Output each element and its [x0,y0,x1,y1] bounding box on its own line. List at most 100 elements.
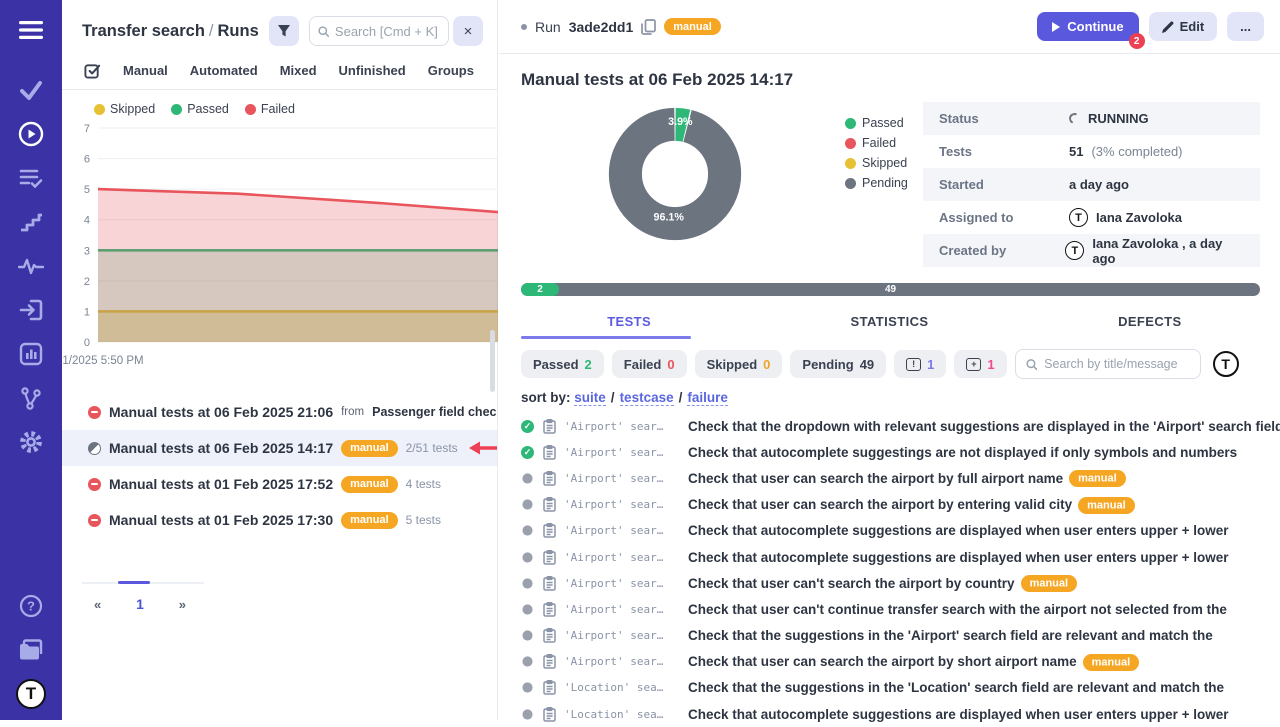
steps-icon[interactable] [0,200,62,244]
filter-chip[interactable]: Skipped 0 [695,350,783,378]
workspace-avatar[interactable]: T [0,672,62,716]
projects-icon[interactable] [0,628,62,672]
info-value-text: a day ago [1069,177,1129,192]
tab-unfinished[interactable]: Unfinished [339,63,406,78]
run-list-item[interactable]: Manual tests at 01 Feb 2025 17:52 manual… [62,466,497,502]
branches-icon[interactable] [0,376,62,420]
tab-manual[interactable]: Manual [123,63,168,78]
info-value-text: Iana Zavoloka , a day ago [1092,236,1244,266]
filter-chip[interactable]: Failed 0 [612,350,687,378]
run-overview: 3.9%96.1% Passed Failed Skipped [499,90,1280,267]
edit-button[interactable]: Edit [1149,12,1218,41]
info-row: Tests 51 (3% completed) [923,135,1260,168]
info-value: RUNNING [1069,111,1149,126]
test-row[interactable]: 'Airport' sear… Check that autocomplete … [499,544,1280,570]
run-status-icon [88,478,101,491]
menu-icon[interactable] [0,8,62,52]
info-row: Assigned to T Iana Zavoloka [923,201,1260,234]
run-progress-bar: 49 2 [521,283,1260,296]
run-list-item[interactable]: Manual tests at 01 Feb 2025 17:30 manual… [62,502,497,538]
svg-text:?: ? [27,599,35,614]
test-row[interactable]: 'Airport' sear… Check that user can sear… [499,465,1280,491]
test-row[interactable]: 'Airport' sear… Check that user can't co… [499,596,1280,622]
breadcrumb-parent[interactable]: Transfer search [82,22,205,40]
chip-label: Failed [624,357,662,372]
sort-label: sort by: [521,390,571,405]
info-value: T Iana Zavoloka , a day ago [1065,236,1244,266]
legend-dot [94,104,105,115]
chip-count: 0 [667,357,674,372]
run-status-icon [88,514,101,527]
test-filter-chips: Passed 2 Failed 0 Skipped 0 Pend [521,349,1260,379]
manual-badge: manual [1021,575,1078,592]
testcase-icon [543,497,556,512]
tests-search[interactable] [1015,349,1201,379]
run-list-item[interactable]: Manual tests at 06 Feb 2025 14:17 manual… [62,430,497,466]
pagination-next[interactable]: » [179,597,186,612]
test-row[interactable]: 'Location' sea… Check that the suggestio… [499,675,1280,701]
test-row[interactable]: 'Airport' sear… Check that user can sear… [499,649,1280,675]
pagination-page-1[interactable]: 1 [136,596,144,612]
settings-icon[interactable] [0,420,62,464]
funnel-icon [277,24,291,38]
runs-icon[interactable] [0,112,62,156]
close-search-button[interactable]: × [453,16,483,46]
tab-groups[interactable]: Groups [428,63,474,78]
analytics-icon[interactable] [0,332,62,376]
test-status-icon [522,500,532,510]
filter-chip[interactable]: ! 1 [894,350,946,378]
test-suite: 'Airport' sear… [564,577,680,590]
comment-icon: ! [906,358,921,371]
test-plans-icon[interactable] [0,156,62,200]
help-icon[interactable]: ? [0,584,62,628]
test-row[interactable]: 'Airport' sear… Check that the dropdown … [499,413,1280,439]
import-icon[interactable] [0,288,62,332]
continue-button[interactable]: Continue 2 [1037,12,1138,41]
left-scrollbar-thumb[interactable] [490,330,495,392]
tab-automated[interactable]: Automated [190,63,258,78]
legend-label: Skipped [862,156,907,170]
user-avatar[interactable]: T [1213,351,1239,377]
run-title: Manual tests at 01 Feb 2025 17:30 [109,512,333,528]
run-id: 3ade2dd1 [569,19,634,35]
test-row[interactable]: 'Airport' sear… Check that the suggestio… [499,623,1280,649]
sort-by-testcase[interactable]: testcase [620,390,674,406]
detail-tab[interactable]: DEFECTS [1020,306,1280,339]
sort-by-suite[interactable]: suite [574,390,606,406]
info-value-extra: (3% completed) [1091,144,1182,159]
pagination-prev[interactable]: « [94,597,101,612]
test-title: Check that the suggestions in the 'Airpo… [688,628,1213,643]
run-list-item[interactable]: Manual tests at 06 Feb 2025 21:06 from P… [62,394,497,430]
detail-tab[interactable]: STATISTICS [759,306,1019,339]
chip-label: Pending [802,357,853,372]
info-label: Assigned to [939,210,1069,225]
run-from-suite[interactable]: Passenger field check [372,405,497,419]
legend-label: Failed [862,136,896,150]
search-icon [1026,358,1038,371]
pulse-icon[interactable] [0,244,62,288]
filter-chip[interactable]: + 1 [954,350,1006,378]
sort-by-failure[interactable]: failure [687,390,728,406]
filter-chip[interactable]: Passed 2 [521,350,604,378]
tab-mixed[interactable]: Mixed [280,63,317,78]
info-label: Created by [939,243,1065,258]
runs-search[interactable] [309,16,449,46]
more-button[interactable]: ... [1227,12,1264,41]
app-sidebar: ? T [0,0,62,720]
testcase-icon [543,707,556,722]
select-all-icon[interactable] [84,62,101,79]
filter-button[interactable] [269,16,299,46]
test-row[interactable]: 'Airport' sear… Check that autocomplete … [499,439,1280,465]
tests-search-input[interactable] [1044,357,1189,371]
copy-icon[interactable] [641,19,656,35]
test-row[interactable]: 'Location' sea… Check that autocomplete … [499,701,1280,727]
runs-search-input[interactable] [335,24,440,39]
filter-chip[interactable]: Pending 49 [790,350,886,378]
detail-tab[interactable]: TESTS [499,306,759,339]
tests-icon[interactable] [0,68,62,112]
info-value-text: Iana Zavoloka [1096,210,1182,225]
test-row[interactable]: 'Airport' sear… Check that user can't se… [499,570,1280,596]
test-row[interactable]: 'Airport' sear… Check that user can sear… [499,492,1280,518]
legend-item: Skipped [845,156,923,170]
test-row[interactable]: 'Airport' sear… Check that autocomplete … [499,518,1280,544]
